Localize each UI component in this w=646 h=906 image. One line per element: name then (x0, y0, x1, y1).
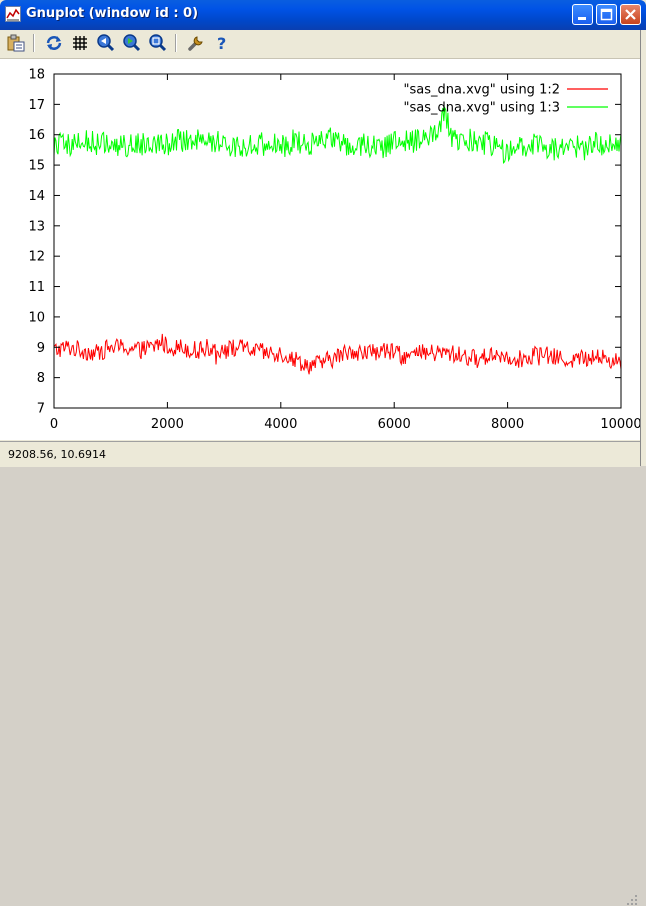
status-bar: 9208.56, 10.6914 (0, 441, 640, 905)
zoom-previous-button[interactable] (96, 33, 116, 53)
maximize-button[interactable] (596, 4, 617, 25)
wrench-icon (188, 36, 203, 51)
y-tick-label: 11 (28, 280, 45, 295)
replot-button[interactable] (44, 33, 64, 53)
line-chart: 7 8 9 10 11 12 13 14 15 16 17 18 0 2000 4000 6000 8000 10… (28, 68, 641, 433)
autoscale-icon (149, 34, 167, 52)
x-tick-label: 0 (50, 417, 58, 432)
grid-icon (73, 36, 87, 50)
series-line-1 (53, 333, 622, 375)
minimize-button[interactable] (572, 4, 593, 25)
y-tick-label: 16 (28, 128, 45, 143)
copy-to-clipboard-button[interactable] (6, 33, 26, 53)
x-tick-label: 4000 (264, 417, 297, 432)
plot-canvas[interactable]: 7 8 9 10 11 12 13 14 15 16 17 18 0 2000 4000 6000 8000 10… (0, 59, 642, 440)
y-tick-label: 17 (28, 98, 45, 113)
x-tick-label: 2000 (151, 417, 184, 432)
y-tick-label: 12 (28, 250, 45, 265)
help-button[interactable]: ? (212, 33, 232, 53)
gnuplot-app-icon[interactable] (5, 6, 21, 22)
maximize-icon (600, 8, 613, 21)
toolbar-separator (175, 34, 177, 52)
zoom-next-icon (123, 34, 141, 52)
replot-icon (46, 36, 62, 50)
legend-label-2: "sas_dna.xvg" using 1:3 (403, 101, 560, 116)
help-icon: ? (217, 34, 226, 53)
toolbar: ? (0, 30, 646, 59)
y-tick-label: 14 (28, 189, 45, 204)
svg-text:?: ? (217, 34, 226, 53)
title-bar[interactable]: Gnuplot (window id : 0) (0, 0, 646, 30)
y-tick-label: 18 (28, 68, 45, 83)
legend-label-1: "sas_dna.xvg" using 1:2 (403, 83, 560, 98)
zoom-next-button[interactable] (122, 33, 142, 53)
window-title: Gnuplot (window id : 0) (26, 6, 199, 21)
autoscale-button[interactable] (148, 33, 168, 53)
plot-border (53, 73, 622, 409)
resize-grip-icon[interactable] (626, 894, 638, 906)
x-tick-label: 10000 (600, 417, 640, 432)
y-tick-label: 13 (28, 219, 45, 234)
options-button[interactable] (186, 33, 206, 53)
x-tick-label: 8000 (491, 417, 524, 432)
zoom-previous-icon (97, 34, 115, 52)
mouse-coordinates: 9208.56, 10.6914 (8, 448, 106, 461)
minimize-icon (578, 17, 586, 20)
y-tick-label: 7 (37, 402, 45, 417)
y-tick-label: 8 (37, 371, 45, 386)
close-icon (625, 9, 636, 20)
y-tick-label: 10 (28, 310, 45, 325)
grid-button[interactable] (70, 33, 90, 53)
y-tick-label: 15 (28, 159, 45, 174)
x-tick-label: 6000 (378, 417, 411, 432)
y-tick-label: 9 (37, 341, 45, 356)
copy-to-clipboard-icon (7, 34, 25, 52)
series-line-2 (53, 105, 622, 164)
window-right-edge (640, 30, 646, 466)
close-button[interactable] (620, 4, 641, 25)
gnuplot-window: Gnuplot (window id : 0) ? 7 8 9 10 11 12… (0, 0, 646, 905)
toolbar-separator (33, 34, 35, 52)
